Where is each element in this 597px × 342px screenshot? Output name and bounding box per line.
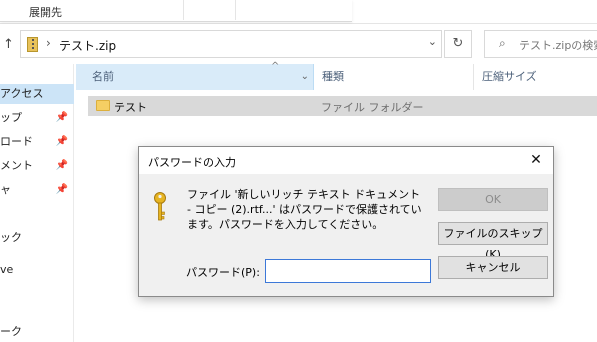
sort-ascending-icon: ^ — [271, 61, 280, 72]
pin-icon: 📌 — [55, 112, 68, 123]
chevron-right-icon[interactable]: › — [46, 36, 51, 50]
dialog-message: ファイル '新しいリッチ テキスト ドキュメント - コピー (2).rtf..… — [187, 188, 422, 231]
file-name: テスト — [114, 101, 147, 114]
search-icon: ⌕ — [499, 36, 506, 50]
column-header-compressed-size[interactable]: 圧縮サイズ — [478, 64, 597, 90]
dialog-titlebar: パスワードの入力 ✕ — [139, 147, 553, 174]
key-icon — [154, 192, 166, 221]
ribbon-extract-label[interactable]: 展開先 — [29, 4, 62, 20]
column-header-type[interactable]: 種類 — [318, 64, 474, 90]
password-dialog: パスワードの入力 ✕ ファイル '新しいリッチ テキスト ドキュメント - コピ… — [138, 146, 554, 297]
skip-file-button[interactable]: ファイルのスキップ(K) — [438, 222, 548, 261]
column-header-label: 種類 — [322, 70, 344, 83]
refresh-button[interactable]: ↻ — [444, 30, 472, 58]
nav-item-music[interactable]: ック — [0, 228, 74, 248]
nav-item-label: ック — [0, 231, 22, 244]
nav-item-documents[interactable]: メント 📌 — [0, 156, 74, 176]
navigation-pane: アクセス ップ 📌 ロード 📌 メント 📌 ャ 📌 ック ve ーク — [0, 64, 74, 342]
cancel-button[interactable]: キャンセル — [438, 256, 548, 279]
pin-icon: 📌 — [55, 136, 68, 147]
nav-item-label: ロード — [0, 135, 33, 148]
nav-item-label: ve — [0, 263, 14, 276]
chevron-down-icon[interactable]: ⌄ — [301, 64, 309, 90]
refresh-icon: ↻ — [452, 36, 464, 51]
search-input[interactable]: ⌕ テスト.zipの検索 — [484, 30, 597, 58]
file-type: ファイル フォルダー — [321, 101, 424, 114]
list-item[interactable]: テスト ファイル フォルダー — [88, 96, 597, 116]
address-bar[interactable]: › テスト.zip ⌄ — [20, 30, 442, 58]
folder-icon — [96, 100, 110, 111]
nav-item-quick-access[interactable]: アクセス — [0, 84, 74, 104]
nav-item-downloads[interactable]: ロード 📌 — [0, 132, 74, 152]
nav-item-label: ャ — [0, 183, 11, 196]
nav-item-label: メント — [0, 159, 33, 172]
pin-icon: 📌 — [55, 184, 68, 195]
nav-item-pictures[interactable]: ャ 📌 — [0, 180, 74, 200]
address-row: ↑ › テスト.zip ⌄ ↻ ⌕ テスト.zipの検索 — [0, 24, 597, 64]
ribbon-divider — [235, 0, 236, 20]
nav-item-label: ップ — [0, 111, 22, 124]
nav-item-onedrive[interactable]: ve — [0, 260, 74, 280]
address-path[interactable]: テスト.zip — [59, 37, 116, 54]
nav-item-label: ーク — [0, 325, 22, 338]
column-header-name[interactable]: 名前 ^ ⌄ — [76, 61, 314, 90]
ok-button[interactable]: OK — [438, 188, 548, 211]
column-header-label: 名前 — [92, 70, 114, 83]
close-icon[interactable]: ✕ — [519, 147, 553, 174]
dialog-title: パスワードの入力 — [148, 156, 236, 169]
search-placeholder: テスト.zipの検索 — [519, 39, 597, 52]
password-label: パスワード(P): — [186, 266, 260, 279]
nav-item-label: アクセス — [0, 87, 44, 100]
ribbon: 展開先 — [0, 0, 597, 24]
zip-folder-icon — [27, 37, 38, 52]
password-field[interactable] — [265, 259, 431, 283]
pin-icon: 📌 — [55, 160, 68, 171]
nav-item-network[interactable]: ーク — [0, 322, 74, 342]
chevron-down-icon[interactable]: ⌄ — [428, 35, 437, 48]
column-header-label: 圧縮サイズ — [482, 70, 537, 83]
ribbon-divider — [183, 0, 184, 20]
nav-item-desktop[interactable]: ップ 📌 — [0, 108, 74, 128]
up-arrow-icon[interactable]: ↑ — [3, 37, 14, 52]
